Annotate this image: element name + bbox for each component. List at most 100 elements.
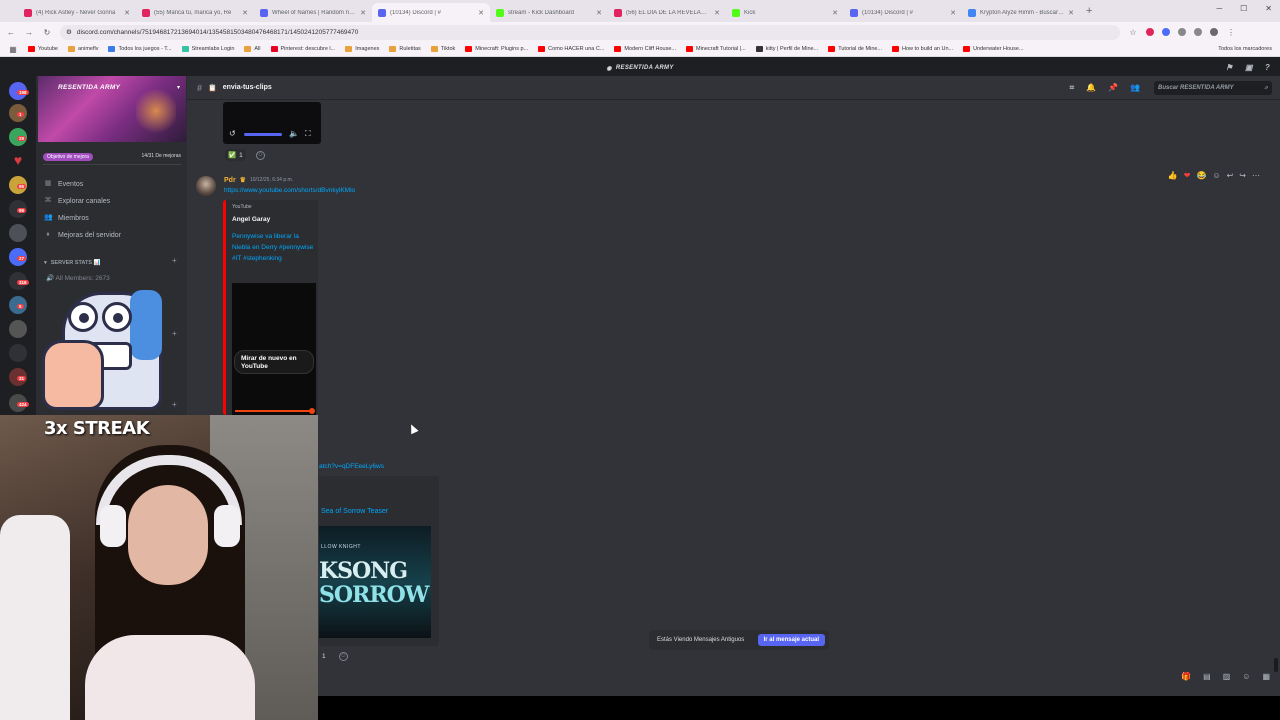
scrollbar[interactable] — [1274, 658, 1278, 672]
back-icon[interactable]: ← — [6, 28, 16, 37]
bookmark-item[interactable]: Youtube — [28, 46, 58, 52]
apps-grid-icon[interactable]: ▦ — [8, 45, 18, 54]
browser-tab[interactable]: Krypton Alyze Rimm - Buscar co ✕ — [962, 3, 1080, 22]
server-icon[interactable] — [9, 224, 27, 242]
all-bookmarks[interactable]: Todos los marcadores — [1218, 46, 1272, 52]
bookmark-item[interactable]: Imagenes — [345, 46, 379, 52]
bookmark-item[interactable]: Minecraft: Plugins p... — [465, 46, 528, 52]
bookmark-item[interactable]: All — [244, 46, 261, 52]
server-banner[interactable]: RESENTIDA ARMY ▾ — [38, 76, 186, 142]
forward-icon[interactable]: ↪ — [1239, 171, 1246, 180]
browser-tab[interactable]: (10134) Discord | # ✕ — [844, 3, 962, 22]
forward-icon[interactable]: → — [24, 28, 34, 37]
member-list-icon[interactable]: 👥 — [1130, 83, 1140, 93]
add-channel-icon[interactable]: + — [172, 400, 177, 409]
bookmark-item[interactable]: kitty | Perfil de Mine... — [755, 46, 818, 52]
tab-close-icon[interactable]: ✕ — [242, 9, 248, 17]
add-reaction-icon[interactable]: ☺ — [256, 151, 265, 160]
site-info-icon[interactable]: ⚙ — [66, 28, 72, 36]
video-progress-bar[interactable] — [235, 408, 315, 414]
reaction-heart-icon[interactable]: ❤ — [1184, 171, 1191, 180]
video-thumbnail[interactable]: LLOW KNIGHT KSONG SORROW — [319, 526, 431, 638]
sidebar-item-miembros[interactable]: 👥 Miembros — [44, 214, 89, 222]
extension-icon[interactable] — [1178, 28, 1186, 36]
tab-close-icon[interactable]: ✕ — [124, 9, 130, 17]
more-icon[interactable]: ⋯ — [1252, 171, 1260, 180]
tab-close-icon[interactable]: ✕ — [596, 9, 602, 17]
video-player[interactable]: ↺ 🔈 ⛶ — [223, 102, 321, 144]
bookmark-item[interactable]: Todos los juegos - T... — [108, 46, 172, 52]
minimize-icon[interactable]: ─ — [1216, 4, 1222, 13]
sidebar-item-explorar-canales[interactable]: ⌘ Explorar canales — [44, 197, 111, 205]
embed-title[interactable]: Pennywise va liberar la Niebla en Derry … — [232, 231, 316, 264]
gift-icon[interactable]: 🎁 — [1181, 672, 1191, 681]
chevron-down-icon[interactable]: ▾ — [177, 84, 180, 91]
inbox-icon[interactable]: ⚑ — [1225, 63, 1232, 72]
sidebar-item-eventos[interactable]: ▦ Eventos — [44, 180, 84, 188]
add-reaction-icon[interactable]: ☺ — [339, 652, 348, 661]
menu-icon[interactable]: ⋮ — [1226, 28, 1236, 37]
bookmark-item[interactable]: Como HACER una C... — [538, 46, 604, 52]
extension-icon[interactable] — [1162, 28, 1170, 36]
bookmark-item[interactable]: Ruletitas — [389, 46, 421, 52]
bookmark-item[interactable]: Tiktok — [430, 46, 455, 52]
reaction-checkmark[interactable]: 1 — [319, 650, 329, 662]
reply-icon[interactable]: ↩ — [1227, 171, 1234, 180]
help-icon[interactable]: ? — [1265, 63, 1270, 72]
server-icon[interactable] — [9, 344, 27, 362]
message-author[interactable]: Pdr ♛ 10/12/25, 6:34 p.m. — [224, 176, 293, 185]
bookmark-star-icon[interactable]: ☆ — [1128, 28, 1138, 37]
reload-icon[interactable]: ↻ — [42, 28, 52, 37]
category-server-stats[interactable]: ▾ SERVER STATS 📊 — [44, 260, 100, 266]
maximize-icon[interactable]: ☐ — [1240, 4, 1247, 13]
screen-icon[interactable]: ▣ — [1245, 63, 1253, 72]
bookmark-item[interactable]: Streamlabs Login — [181, 46, 234, 52]
tab-close-icon[interactable]: ✕ — [832, 9, 838, 17]
bookmark-item[interactable]: Underwater House... — [963, 46, 1024, 52]
browser-tab[interactable]: (55) Marica tu, marica yo, Re ✕ — [136, 3, 254, 22]
browser-tab[interactable]: (4) Rick Astley - Never Gonna ✕ — [18, 3, 136, 22]
message-link[interactable]: atch?v=qDFEeeLy6ws — [319, 463, 384, 470]
search-input[interactable]: Buscar RESENTIDA ARMY ⌕ — [1154, 81, 1272, 95]
tab-close-icon[interactable]: ✕ — [360, 9, 366, 17]
bookmark-item[interactable]: animeflv — [68, 46, 98, 52]
notification-bell-icon[interactable]: 🔔 — [1086, 83, 1096, 93]
author-name[interactable]: Pdr — [224, 177, 236, 184]
reaction-checkmark[interactable]: ✅ 1 — [225, 149, 246, 161]
apps-icon[interactable]: ▦ — [1262, 672, 1270, 681]
threads-icon[interactable]: ⌗ — [1070, 83, 1075, 93]
embed-author[interactable]: Angel Garay — [232, 216, 270, 223]
add-reaction-icon[interactable]: ☺ — [1212, 171, 1220, 180]
server-name[interactable]: RESENTIDA ARMY — [58, 84, 120, 91]
add-channel-icon[interactable]: + — [172, 256, 177, 265]
server-heart-icon[interactable]: ♥ — [9, 152, 27, 170]
profile-avatar[interactable] — [1210, 28, 1218, 36]
sidebar-item-mejoras-del-servidor[interactable]: ⬧ Mejoras del servidor — [44, 231, 121, 239]
message-link[interactable]: https://www.youtube.com/shorts/dBvnkylKM… — [224, 187, 355, 194]
bookmark-item[interactable]: Tutorial de Mine... — [828, 46, 882, 52]
browser-tab[interactable]: stream - Kick Dashboard ✕ — [490, 3, 608, 22]
browser-tab[interactable]: Wheel of Names | Random nam ✕ — [254, 3, 372, 22]
bookmark-item[interactable]: How to build an Un... — [892, 46, 953, 52]
emoji-icon[interactable]: ☺ — [1242, 672, 1250, 681]
avatar[interactable] — [196, 176, 216, 196]
reaction-laugh-icon[interactable]: 😂 — [1196, 171, 1206, 180]
jump-to-present-button[interactable]: Ir al mensaje actual — [757, 634, 825, 646]
add-channel-icon[interactable]: + — [172, 329, 177, 338]
tab-close-icon[interactable]: ✕ — [1068, 9, 1074, 17]
replay-icon[interactable]: ↺ — [229, 129, 236, 138]
bookmark-item[interactable]: Minecraft Tutorial |... — [685, 46, 746, 52]
bookmark-item[interactable]: Modern Cliff House... — [614, 46, 676, 52]
bookmark-item[interactable]: Pinterest: descubre l... — [270, 46, 335, 52]
tab-close-icon[interactable]: ✕ — [478, 9, 484, 17]
server-icon[interactable] — [9, 320, 27, 338]
new-tab-icon[interactable]: + — [1086, 5, 1092, 17]
boost-goal[interactable]: Objetivo de mejora 14/31 De mejoras — [43, 153, 181, 161]
extension-icon[interactable] — [1146, 28, 1154, 36]
reaction-thumbs-icon[interactable]: 👍 — [1168, 171, 1178, 180]
fullscreen-icon[interactable]: ⛶ — [305, 129, 311, 139]
tab-close-icon[interactable]: ✕ — [950, 9, 956, 17]
gif-icon[interactable]: ▤ — [1203, 672, 1211, 681]
sticker-icon[interactable]: ▨ — [1223, 672, 1231, 681]
url-field[interactable]: ⚙ discord.com/channels/75194681721369401… — [60, 24, 1120, 40]
